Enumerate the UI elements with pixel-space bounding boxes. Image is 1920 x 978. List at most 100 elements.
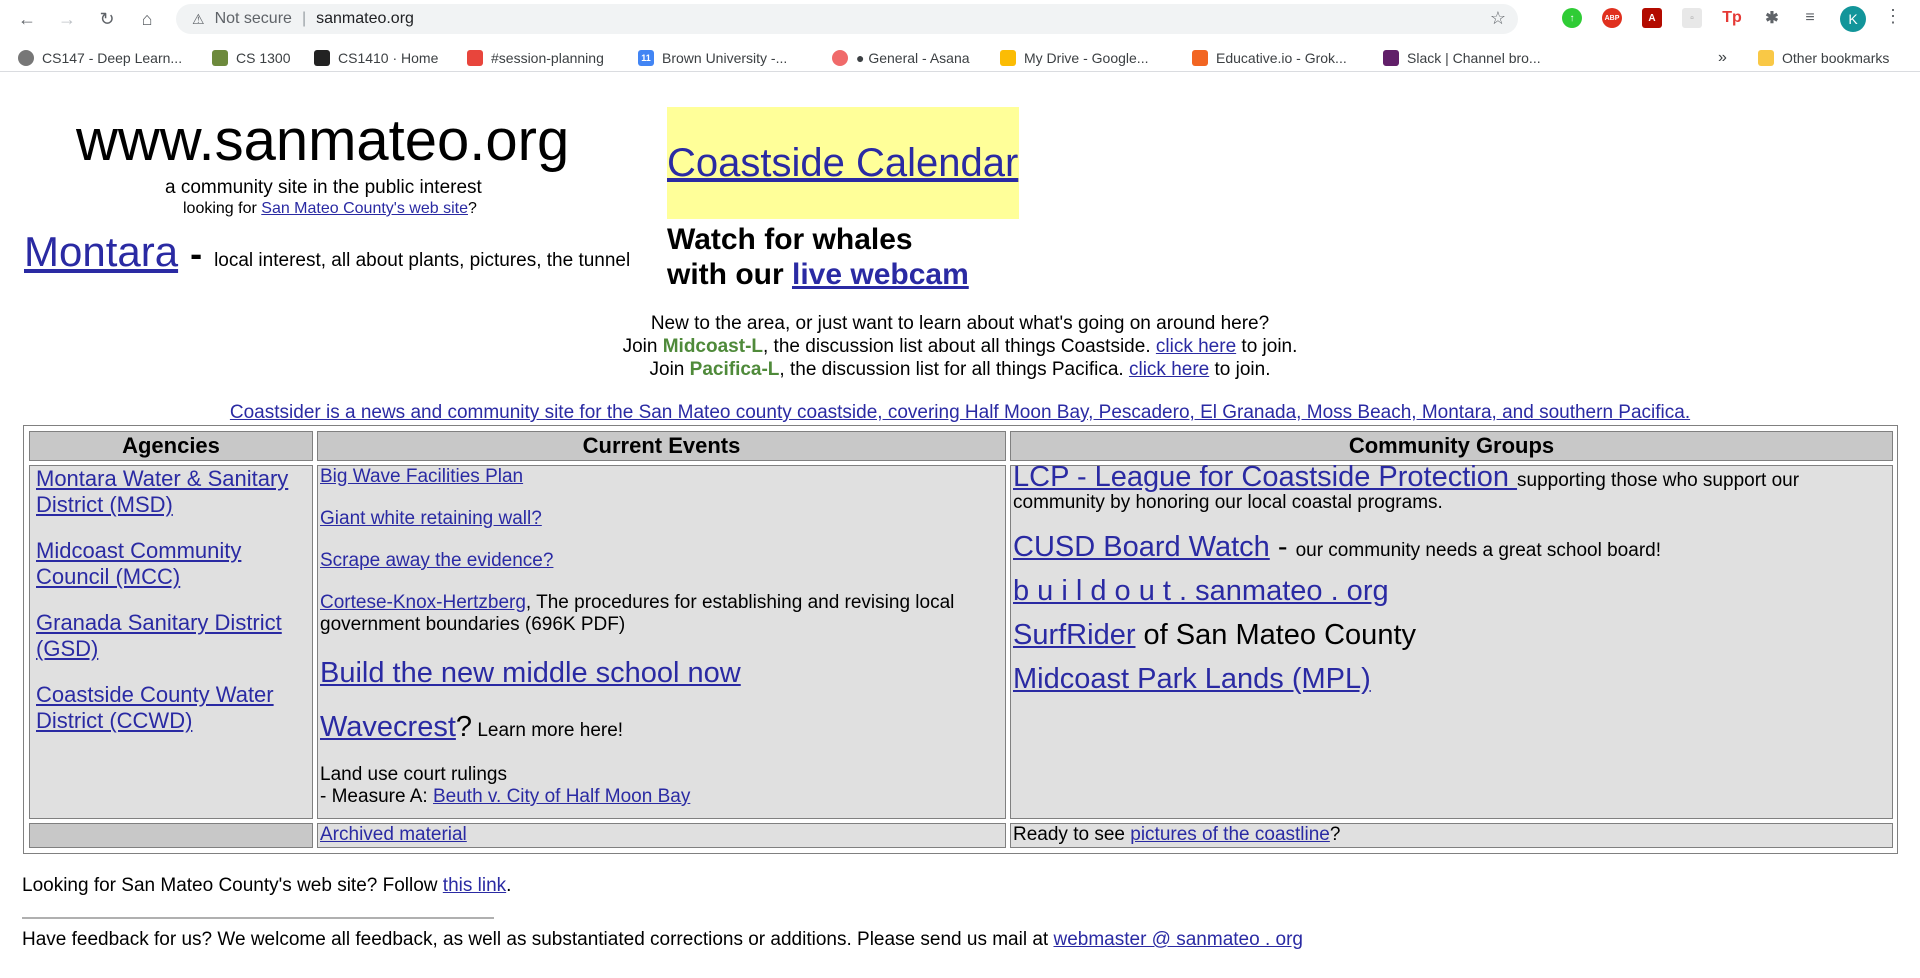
coastsider-banner: Coastsider is a news and community site … [0,402,1920,424]
coastline-pictures-link[interactable]: pictures of the coastline [1130,824,1330,845]
bookmark-educative[interactable]: Educative.io - Grok... [1192,48,1347,68]
reload-icon[interactable]: ↻ [94,6,120,32]
url-text[interactable]: sanmateo.org [316,10,414,28]
bookmark-cs1410[interactable]: CS1410 · Home [314,48,438,68]
current-events-cell: Big Wave Facilities Plan Giant white ret… [317,465,1006,819]
bookmark-cs147[interactable]: CS147 - Deep Learn... [18,48,182,68]
montara-description: local interest, all about plants, pictur… [214,250,631,271]
events-footer-cell: Archived material [317,823,1006,848]
adblock-icon[interactable]: ABP [1602,8,1622,28]
bookmark-my-drive[interactable]: My Drive - Google... [1000,48,1148,68]
event-retaining-wall-link[interactable]: Giant white retaining wall? [320,508,542,529]
bookmark-label: My Drive - Google... [1024,50,1149,66]
media-queue-icon[interactable]: ≡ [1800,8,1820,28]
groups-list: LCP - League for Coastside Protection su… [1013,463,1893,710]
event-wavecrest-link[interactable]: Wavecrest [320,711,456,743]
group-buildout-link[interactable]: b u i l d o u t . sanmateo . org [1013,575,1389,607]
webcam-prefix: with our [667,258,792,291]
address-bar[interactable]: ⚠ Not secure | sanmateo.org ☆ [176,4,1518,34]
county-hint-suffix: ? [467,200,477,217]
webcam-line: with our live webcam [667,257,969,292]
bookmark-label: #session-planning [491,50,604,66]
bookmark-slack[interactable]: Slack | Channel bro... [1383,48,1541,68]
montara-link[interactable]: Montara [24,228,178,276]
educative-icon [1192,50,1208,66]
surfrider-description: of San Mateo County [1135,619,1416,651]
other-bookmarks[interactable]: Other bookmarks [1758,48,1889,68]
bookmark-label: CS1410 · Home [338,50,439,66]
feedback-line: Have feedback for us? We welcome all fee… [22,929,1303,951]
agency-link-gsd[interactable]: Granada Sanitary District (GSD) [36,610,316,662]
list-item: CUSD Board Watch - our community needs a… [1013,533,1893,562]
horizontal-divider [22,917,494,919]
drive-icon [1000,50,1016,66]
plant-icon [212,50,228,66]
bookmark-session-planning[interactable]: #session-planning [467,48,604,68]
event-scrape-evidence-link[interactable]: Scrape away the evidence? [320,550,553,571]
pacifica-l-join-link[interactable]: click here [1129,359,1209,380]
coastline-suffix: ? [1329,824,1341,845]
county-site-hint: looking for San Mateo County's web site? [183,200,477,218]
coastside-calendar-link[interactable]: Coastside Calendar [667,141,1018,186]
pdf-extension-icon[interactable]: A [1642,8,1662,28]
site-title: www.sanmateo.org [76,108,570,173]
agency-link-msd[interactable]: Montara Water & Sanitary District (MSD) [36,466,316,518]
community-groups-header: Community Groups [1010,431,1893,461]
address-separator: | [301,10,307,27]
agency-link-ccwd[interactable]: Coastside County Water District (CCWD) [36,682,316,734]
county-site-link[interactable]: San Mateo County's web site [261,200,468,217]
court-rulings-label: Land use court rulings [320,764,507,785]
webmaster-email-link[interactable]: webmaster @ sanmateo . org [1053,929,1303,950]
midcoast-l-join-link[interactable]: click here [1156,336,1236,357]
bookmark-label: Educative.io - Grok... [1216,50,1347,66]
live-webcam-link[interactable]: live webcam [792,258,969,291]
bookmark-cs1300[interactable]: CS 1300 [212,48,290,68]
home-icon[interactable]: ⌂ [134,6,160,32]
extension-green-icon[interactable]: ↑ [1562,8,1582,28]
event-beuth-link[interactable]: Beuth v. City of Half Moon Bay [433,786,690,807]
whales-line: Watch for whales [667,223,913,256]
event-big-wave-link[interactable]: Big Wave Facilities Plan [320,466,523,487]
warning-icon[interactable]: ⚠ [192,11,205,28]
group-cusd-link[interactable]: CUSD Board Watch [1013,531,1270,563]
archived-material-link[interactable]: Archived material [320,824,467,845]
pacifica-l-line: Join Pacifica-L, the discussion list for… [0,358,1920,381]
group-lcp-link[interactable]: LCP - League for Coastside Protection [1013,461,1517,493]
community-groups-cell: LCP - League for Coastside Protection su… [1010,463,1893,819]
bookmark-star-icon[interactable]: ☆ [1490,8,1506,29]
current-events-header: Current Events [317,431,1006,461]
pacifica-l-name: Pacifica-L [689,359,780,380]
bookmark-label: ● General - Asana [856,50,970,66]
forward-icon[interactable]: → [54,6,80,32]
back-icon[interactable]: ← [14,6,40,32]
join-text: Join [622,336,663,357]
not-secure-label[interactable]: Not secure [215,10,292,28]
county-footer-line: Looking for San Mateo County's web site?… [22,875,511,897]
profile-avatar[interactable]: K [1840,6,1866,32]
bookmark-brown-university[interactable]: 11 Brown University -... [638,48,787,68]
blank-extension-icon[interactable]: ▫ [1682,8,1702,28]
group-mpl-link[interactable]: Midcoast Park Lands (MPL) [1013,663,1371,695]
bookmark-asana[interactable]: ● General - Asana [832,48,970,68]
list-item: SurfRider of San Mateo County [1013,621,1893,650]
browser-menu-icon[interactable]: ⋮ [1884,6,1902,27]
bookmark-label: Slack | Channel bro... [1407,50,1541,66]
extensions-puzzle-icon[interactable]: ✱ [1762,8,1782,28]
event-cortese-link[interactable]: Cortese-Knox-Hertzberg [320,592,526,613]
cusd-dash: - [1269,531,1296,563]
more-bookmarks-chevron-icon[interactable]: » [1718,48,1727,68]
group-surfrider-link[interactable]: SurfRider [1013,619,1136,651]
coastsider-link[interactable]: Coastsider is a news and community site … [230,402,1690,423]
list-item: Cortese-Knox-Hertzberg, The procedures f… [320,592,1010,636]
browser-toolbar: ← → ↻ ⌂ ⚠ Not secure | sanmateo.org ☆ ↑ … [0,0,1920,38]
mailing-list-intro: New to the area, or just want to learn a… [0,312,1920,381]
tp-extension-icon[interactable]: Tp [1722,8,1742,28]
globe-icon [18,50,34,66]
agency-list: Montara Water & Sanitary District (MSD) … [36,466,316,754]
event-middle-school-link[interactable]: Build the new middle school now [320,657,741,689]
list-item: LCP - League for Coastside Protection su… [1013,463,1893,514]
groups-footer-cell: Ready to see pictures of the coastline? [1010,823,1893,848]
this-link[interactable]: this link [443,875,506,896]
agencies-cell: Montara Water & Sanitary District (MSD) … [29,465,313,819]
agency-link-mcc[interactable]: Midcoast Community Council (MCC) [36,538,316,590]
